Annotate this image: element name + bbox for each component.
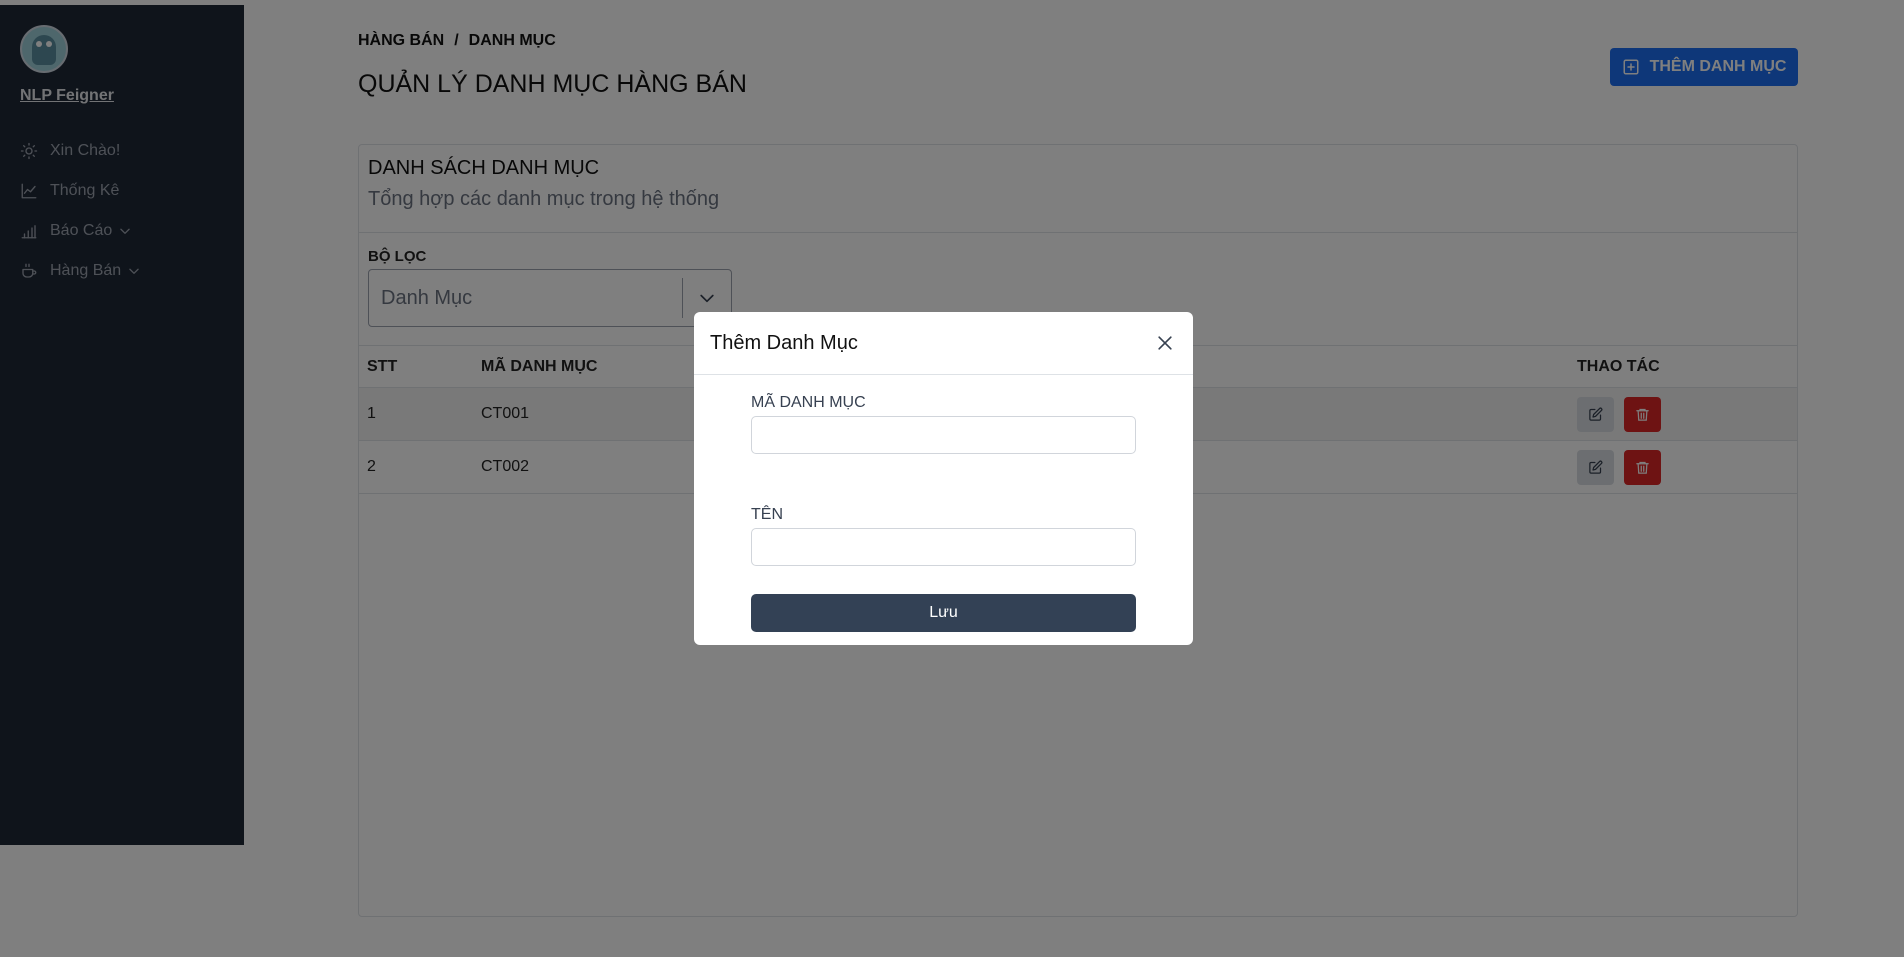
modal-title: Thêm Danh Mục <box>710 331 858 354</box>
close-button[interactable] <box>1153 331 1177 355</box>
category-name-label: TÊN <box>751 506 783 523</box>
save-button[interactable]: Lưu <box>751 594 1136 632</box>
add-category-modal: Thêm Danh Mục MÃ DANH MỤC TÊN Lưu <box>694 312 1193 645</box>
category-name-input[interactable] <box>751 528 1136 566</box>
modal-body: MÃ DANH MỤC TÊN Lưu <box>694 375 1193 632</box>
category-code-input[interactable] <box>751 416 1136 454</box>
close-icon <box>1158 336 1172 350</box>
modal-header: Thêm Danh Mục <box>694 312 1193 375</box>
category-code-label: MÃ DANH MỤC <box>751 394 866 411</box>
